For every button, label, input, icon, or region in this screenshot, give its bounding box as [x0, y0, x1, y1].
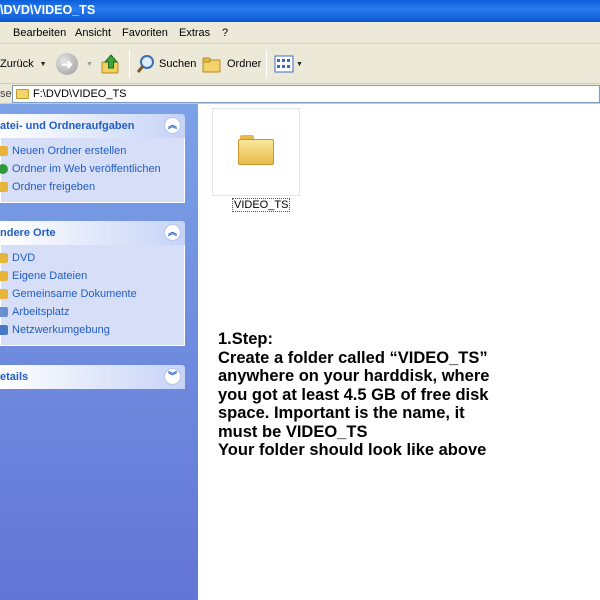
- new-folder-icon: [0, 146, 8, 156]
- file-list-pane: VIDEO_TS 1.Step: Create a folder called …: [198, 104, 600, 600]
- address-path: F:\DVD\VIDEO_TS: [33, 88, 127, 100]
- menu-tools[interactable]: Extras: [179, 27, 210, 39]
- task-publish-web[interactable]: Ordner im Web veröffentlichen: [0, 160, 184, 178]
- back-dropdown-icon[interactable]: ▼: [40, 61, 47, 68]
- task-label: Ordner im Web veröffentlichen: [12, 163, 161, 175]
- folders-label: Ordner: [227, 58, 262, 70]
- instruction-line: space. Important is the name, it: [218, 404, 465, 422]
- forward-dropdown-icon[interactable]: ▼: [86, 61, 93, 68]
- menu-help[interactable]: ?: [222, 27, 228, 39]
- instruction-line: Create a folder called “VIDEO_TS”: [218, 348, 488, 367]
- folder-item-thumbnail[interactable]: [212, 108, 300, 196]
- network-icon: [0, 325, 8, 335]
- place-network[interactable]: Netzwerkumgebung: [0, 321, 184, 339]
- expand-icon[interactable]: ︾: [164, 368, 181, 385]
- task-label: Ordner freigeben: [12, 181, 96, 193]
- search-icon: [136, 55, 154, 73]
- up-button[interactable]: [100, 52, 122, 76]
- address-bar: se F:\DVD\VIDEO_TS: [0, 84, 600, 104]
- place-shared-documents[interactable]: Gemeinsame Dokumente: [0, 285, 184, 303]
- toolbar: Zurück ▼ ➜ ▼ Suchen Ordner ▼: [0, 44, 600, 84]
- place-label: Netzwerkumgebung: [12, 324, 110, 336]
- search-button[interactable]: Suchen: [135, 52, 196, 76]
- views-dropdown-icon[interactable]: ▼: [296, 61, 303, 68]
- instruction-line: Your folder should look like above: [218, 441, 487, 459]
- task-label: Neuen Ordner erstellen: [12, 145, 127, 157]
- panel-header[interactable]: etails ︾: [0, 365, 185, 389]
- window-title: \DVD\VIDEO_TS: [0, 3, 96, 17]
- folders-icon: [202, 57, 221, 73]
- back-label: Zurück: [0, 58, 34, 70]
- panel-title: ndere Orte: [0, 227, 56, 239]
- menu-view[interactable]: Ansicht: [75, 27, 111, 39]
- place-label: Eigene Dateien: [12, 270, 88, 282]
- folder-icon: [238, 135, 274, 165]
- menu-bar: Bearbeiten Ansicht Favoriten Extras ?: [0, 22, 600, 44]
- place-label: Gemeinsame Dokumente: [12, 288, 137, 300]
- panel-header[interactable]: atei- und Ordneraufgaben ︽: [0, 114, 185, 138]
- forward-button[interactable]: ➜ ▼: [56, 52, 93, 76]
- up-folder-icon: [101, 54, 119, 74]
- instruction-text: 1.Step: Create a folder called “VIDEO_TS…: [218, 330, 598, 460]
- folder-icon: [0, 253, 8, 263]
- search-label: Suchen: [159, 58, 197, 70]
- panel-header[interactable]: ndere Orte ︽: [0, 221, 185, 245]
- panel-body: Neuen Ordner erstellen Ordner im Web ver…: [0, 138, 185, 203]
- task-pane: atei- und Ordneraufgaben ︽ Neuen Ordner …: [0, 104, 198, 600]
- task-share-folder[interactable]: Ordner freigeben: [0, 178, 184, 196]
- instruction-line: must be VIDEO_TS: [218, 422, 368, 441]
- instruction-line: 1.Step:: [218, 330, 274, 348]
- folders-button[interactable]: Ordner: [201, 52, 261, 76]
- details-panel: etails ︾: [0, 365, 185, 389]
- folder-icon: [0, 271, 8, 281]
- place-my-computer[interactable]: Arbeitsplatz: [0, 303, 184, 321]
- file-folder-tasks-panel: atei- und Ordneraufgaben ︽ Neuen Ordner …: [0, 114, 185, 203]
- menu-favorites[interactable]: Favoriten: [122, 27, 168, 39]
- place-dvd[interactable]: DVD: [0, 249, 184, 267]
- views-icon: [274, 55, 294, 73]
- place-label: DVD: [12, 252, 36, 264]
- views-button[interactable]: ▼: [274, 52, 303, 76]
- title-bar: \DVD\VIDEO_TS: [0, 0, 600, 22]
- menu-edit[interactable]: Bearbeiten: [13, 27, 66, 39]
- globe-icon: [0, 164, 8, 174]
- folder-icon: [0, 289, 8, 299]
- place-label: Arbeitsplatz: [12, 306, 70, 318]
- collapse-icon[interactable]: ︽: [164, 117, 181, 134]
- instruction-line: you got at least 4.5 GB of free disk: [218, 385, 489, 404]
- panel-title: atei- und Ordneraufgaben: [0, 120, 135, 132]
- panel-title: etails: [0, 371, 29, 383]
- back-button[interactable]: Zurück ▼: [0, 52, 47, 76]
- task-new-folder[interactable]: Neuen Ordner erstellen: [0, 142, 184, 160]
- instruction-line: anywhere on your harddisk, where: [218, 367, 490, 385]
- toolbar-separator: [266, 50, 267, 78]
- forward-arrow-icon: ➜: [56, 53, 78, 75]
- toolbar-separator: [129, 50, 130, 78]
- place-my-documents[interactable]: Eigene Dateien: [0, 267, 184, 285]
- panel-body: DVD Eigene Dateien Gemeinsame Dokumente …: [0, 245, 185, 346]
- folder-item-label[interactable]: VIDEO_TS: [232, 198, 291, 212]
- other-places-panel: ndere Orte ︽ DVD Eigene Dateien Gemeinsa…: [0, 221, 185, 346]
- collapse-icon[interactable]: ︽: [164, 224, 181, 241]
- address-label: se: [0, 88, 12, 100]
- computer-icon: [0, 307, 8, 317]
- folder-icon: [16, 89, 29, 99]
- address-field[interactable]: F:\DVD\VIDEO_TS: [12, 85, 600, 103]
- share-folder-icon: [0, 182, 8, 192]
